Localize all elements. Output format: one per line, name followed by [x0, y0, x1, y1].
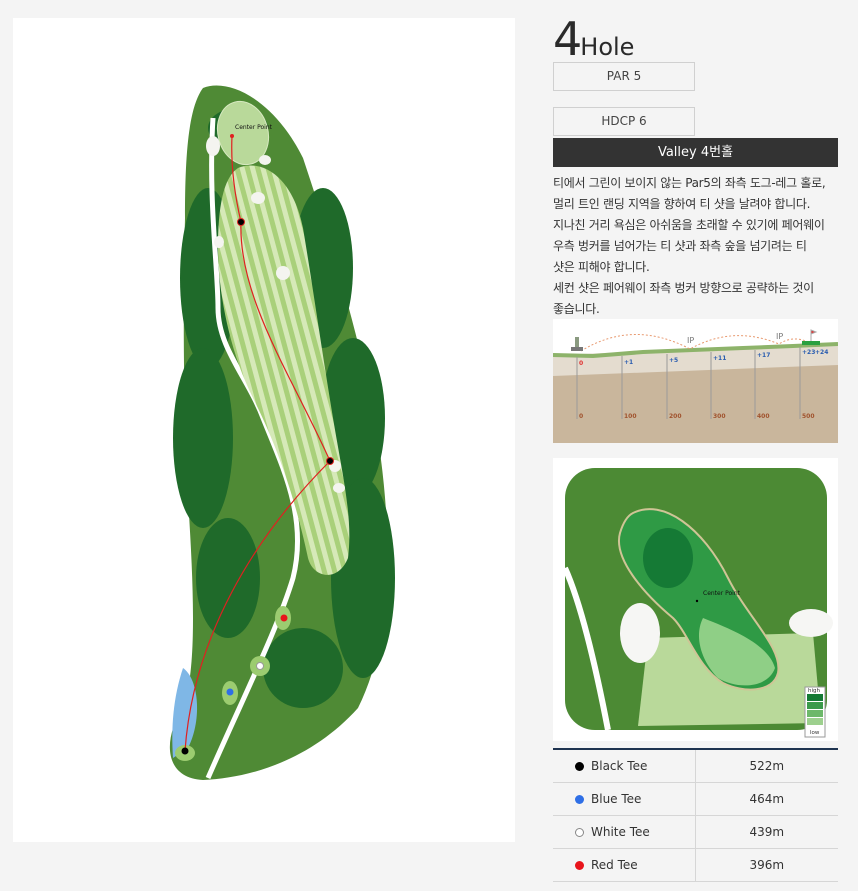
description-line: 멀리 트인 랜딩 지역을 향하여 티 샷을 날려야 합니다. [553, 197, 811, 211]
hole-map: Center Point [13, 18, 515, 842]
distance-label: 300 [713, 413, 726, 420]
elevation-label: +11 [713, 355, 726, 362]
par-badge: PAR 5 [553, 62, 695, 91]
golfer-icon [571, 347, 583, 351]
description-line: 좋습니다. [553, 302, 600, 316]
table-row: Blue Tee 464m [553, 782, 838, 816]
tee-distance-table: Black Tee 522m Blue Tee 464m White Tee 4… [553, 748, 838, 882]
red-tee-marker [280, 614, 288, 622]
tee-name: Red Tee [591, 858, 638, 872]
table-row: White Tee 439m [553, 815, 838, 849]
distance-label: 400 [757, 413, 770, 420]
distance-label: 100 [624, 413, 637, 420]
hole-layout-illustration: Center Point [169, 85, 395, 781]
description-line: 세컨 샷은 페어웨이 좌측 벙커 방향으로 공략하는 것이 [553, 281, 814, 295]
legend-low: low [810, 730, 820, 736]
elevation-label: +17 [757, 352, 770, 359]
elevation-profile: IP IP 0 100 200 300 400 500 0 +1 +5 +11 … [553, 319, 838, 443]
center-point-label: Center Point [235, 124, 273, 131]
elevation-label: +23 [802, 349, 815, 356]
hole-info-page: Center Point 4Hole PAR 5 HDCP 6 Valley 4… [0, 0, 858, 891]
description-line: 티에서 그린이 보이지 않는 Par5의 좌측 도그-레그 홀로, [553, 176, 826, 190]
blue-tee-marker [226, 688, 234, 696]
black-tee-dot [575, 762, 584, 771]
center-point-label: Center Point [703, 590, 741, 597]
ip-marker-1 [237, 218, 245, 226]
tee-distance: 396m [695, 848, 838, 882]
red-tee-dot [575, 861, 584, 870]
ip-label-1: IP [687, 336, 694, 345]
table-row: Red Tee 396m [553, 848, 838, 882]
blue-tee-dot [575, 795, 584, 804]
tee-distance: 439m [695, 815, 838, 849]
tee-name: White Tee [591, 825, 650, 839]
hole-suffix: Hole [580, 33, 635, 61]
hole-title: 4Hole [553, 16, 838, 62]
tee-name: Blue Tee [591, 792, 642, 806]
center-point-marker [695, 599, 699, 603]
distance-label: 500 [802, 413, 815, 420]
distance-label: 200 [669, 413, 682, 420]
ip-label-2: IP [776, 332, 783, 341]
ip-marker-2 [326, 457, 334, 465]
description-line: 샷은 피해야 합니다. [553, 260, 650, 274]
distance-label: 0 [579, 413, 583, 420]
hole-description: 티에서 그린이 보이지 않는 Par5의 좌측 도그-레그 홀로, 멀리 트인 … [553, 173, 838, 320]
green-marker [802, 341, 820, 345]
description-line: 우측 벙커를 넘어가는 티 샷과 좌측 숲을 넘기려는 티 [553, 239, 807, 253]
hole-name-bar: Valley 4번홀 [553, 138, 838, 167]
description-line: 지나친 거리 욕심은 아쉬움을 초래할 수 있기에 페어웨이 [553, 218, 825, 232]
tee-distance: 522m [695, 749, 838, 783]
legend-high: high [808, 688, 821, 694]
tee-name: Black Tee [591, 759, 648, 773]
golfer-figure [575, 337, 579, 347]
green-high-zone [643, 528, 693, 588]
table-row: Black Tee 522m [553, 749, 838, 783]
elevation-label: +24 [815, 349, 828, 356]
tee-distance: 464m [695, 782, 838, 816]
hole-details: 4Hole PAR 5 HDCP 6 Valley 4번홀 티에서 그린이 보이… [553, 16, 838, 320]
hdcp-badge: HDCP 6 [553, 107, 695, 136]
white-tee-dot [575, 828, 584, 837]
green-detail-map: Center Point high low [553, 458, 838, 741]
center-point-marker [230, 134, 234, 138]
white-tee-marker [256, 662, 264, 670]
elevation-label: 0 [579, 360, 583, 367]
bunker-left [620, 603, 660, 663]
black-tee-marker [181, 747, 189, 755]
elevation-label: +1 [624, 359, 633, 366]
elevation-label: +5 [669, 357, 678, 364]
bunker-right [789, 609, 833, 637]
slope-legend: high low [804, 686, 826, 738]
hole-number: 4 [553, 12, 582, 66]
